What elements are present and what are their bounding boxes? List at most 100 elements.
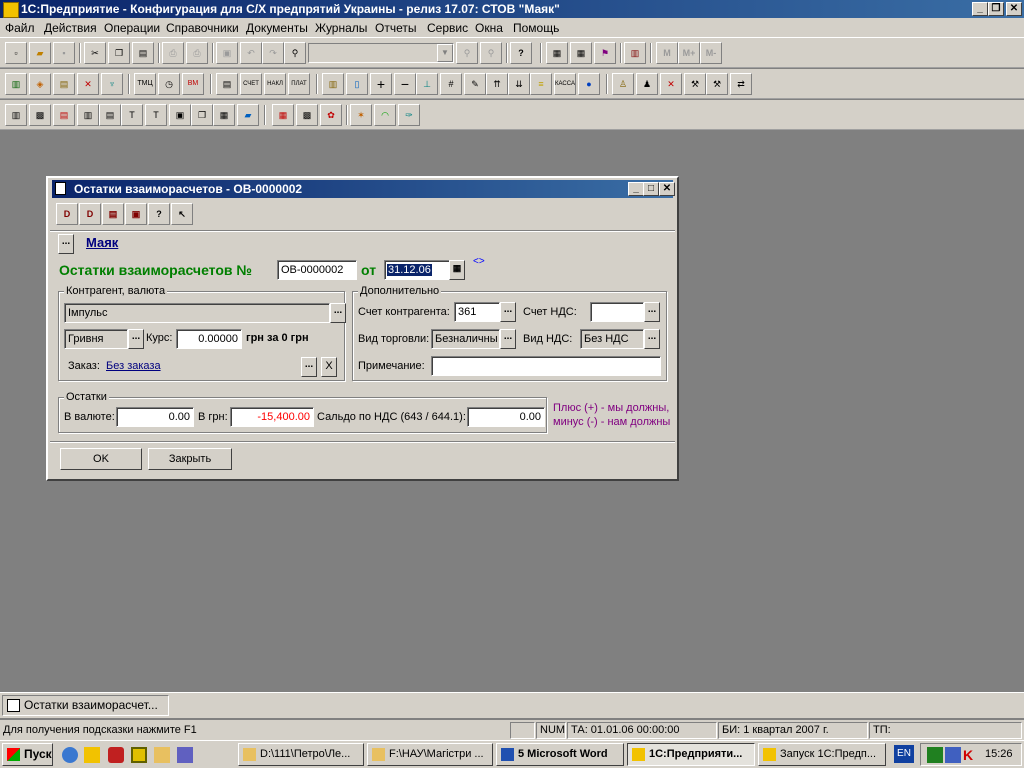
- report-page-icon[interactable]: ▤: [99, 104, 121, 126]
- antivirus-icon[interactable]: K: [963, 747, 979, 763]
- pencil-icon[interactable]: ✎: [464, 73, 486, 95]
- calendar-icon[interactable]: ▦: [449, 260, 465, 280]
- person-icon[interactable]: ♙: [612, 73, 634, 95]
- bm-button[interactable]: BM: [182, 73, 204, 95]
- feather-icon[interactable]: ✑: [398, 104, 420, 126]
- ok-button[interactable]: OK: [60, 448, 142, 470]
- 1c-icon[interactable]: [84, 747, 100, 763]
- order-select-button[interactable]: ...: [301, 357, 317, 377]
- undo-icon[interactable]: ↶: [240, 42, 262, 64]
- menu-windows[interactable]: Окна: [475, 21, 503, 35]
- currency-field[interactable]: Гривня: [64, 329, 128, 349]
- form-icon[interactable]: ▩: [296, 104, 318, 126]
- menu-references[interactable]: Справочники: [166, 21, 239, 35]
- network-icon[interactable]: [927, 747, 943, 763]
- trade-type-select-button[interactable]: ...: [500, 329, 516, 349]
- chart-of-accounts-icon[interactable]: ▥: [5, 73, 27, 95]
- contractor-select-button[interactable]: ...: [330, 303, 346, 323]
- edit-icon[interactable]: ▤: [102, 203, 124, 225]
- table-icon[interactable]: ▥: [5, 104, 27, 126]
- memory-subtract-button[interactable]: M-: [700, 42, 722, 64]
- in-uah-field[interactable]: -15,400.00: [230, 407, 314, 427]
- document-icon[interactable]: ▯: [346, 73, 368, 95]
- journal-icon[interactable]: ▤: [216, 73, 238, 95]
- org-name-link[interactable]: Маяк: [86, 235, 118, 250]
- account-field[interactable]: 361: [454, 302, 500, 322]
- color-flag-icon[interactable]: ⚑: [594, 42, 616, 64]
- restore-button[interactable]: ❐: [988, 2, 1004, 16]
- dialog-close-button[interactable]: ✕: [659, 182, 675, 196]
- arrows-down-icon[interactable]: ⇊: [508, 73, 530, 95]
- date-field[interactable]: 31.12.06: [384, 260, 450, 280]
- tree-icon[interactable]: ♆: [101, 73, 123, 95]
- delete-row-icon[interactable]: D: [56, 203, 78, 225]
- tool-cross-icon[interactable]: ✕: [660, 73, 682, 95]
- task-folder-petro[interactable]: D:\111\Петро\Ле...: [238, 743, 364, 766]
- close-dialog-button[interactable]: Закрыть: [148, 448, 232, 470]
- menu-service[interactable]: Сервис: [427, 21, 468, 35]
- org-select-button[interactable]: ...: [58, 234, 74, 254]
- search-combo[interactable]: ▼: [308, 43, 454, 63]
- contractor-field[interactable]: Імпульс: [64, 303, 330, 323]
- minimize-button[interactable]: _: [972, 2, 988, 16]
- tool-icon[interactable]: ⚒: [684, 73, 706, 95]
- menu-reports[interactable]: Отчеты: [375, 21, 416, 35]
- properties-icon[interactable]: ▣: [216, 42, 238, 64]
- tool-settings-icon[interactable]: ⚒: [706, 73, 728, 95]
- delete-mark-icon[interactable]: ✕: [77, 73, 99, 95]
- invoice-button[interactable]: СЧЕТ: [240, 73, 262, 95]
- task-1c-enterprise[interactable]: 1С:Предприяти...: [627, 743, 755, 766]
- settings-icon[interactable]: [131, 747, 147, 763]
- globe-icon[interactable]: ●: [578, 73, 600, 95]
- calculator-icon[interactable]: ▦: [546, 42, 568, 64]
- menu-operations[interactable]: Операции: [104, 21, 160, 35]
- report-copy-icon[interactable]: ❐: [191, 104, 213, 126]
- vat-balance-field[interactable]: 0.00: [467, 407, 545, 427]
- vat-account-field[interactable]: [590, 302, 644, 322]
- monitor-icon[interactable]: [945, 747, 961, 763]
- calendar-icon[interactable]: ▦: [570, 42, 592, 64]
- memory-add-button[interactable]: M+: [678, 42, 700, 64]
- tmc-button[interactable]: ТМЦ: [134, 73, 156, 95]
- balance-icon[interactable]: ⊥: [416, 73, 438, 95]
- report-chart-icon[interactable]: ▦: [213, 104, 235, 126]
- menu-file[interactable]: Файл: [5, 21, 35, 35]
- copy-icon[interactable]: ❐: [108, 42, 130, 64]
- structure-icon[interactable]: ▣: [125, 203, 147, 225]
- dialog-minimize-button[interactable]: _: [628, 182, 644, 196]
- report-red-icon[interactable]: ▤: [53, 104, 75, 126]
- menu-journals[interactable]: Журналы: [315, 21, 367, 35]
- order-clear-button[interactable]: X: [321, 357, 337, 377]
- vat-type-select-button[interactable]: ...: [644, 329, 660, 349]
- save-icon[interactable]: ▪: [53, 42, 75, 64]
- trade-type-field[interactable]: Безналичны: [431, 329, 500, 349]
- grid-icon[interactable]: #: [440, 73, 462, 95]
- note-field[interactable]: [431, 356, 661, 376]
- cash-button[interactable]: КАССА: [554, 73, 576, 95]
- close-button[interactable]: ✕: [1006, 2, 1022, 16]
- menu-documents[interactable]: Документы: [246, 21, 308, 35]
- minus-icon[interactable]: −: [394, 73, 416, 95]
- tool-arrows-icon[interactable]: ⇄: [730, 73, 752, 95]
- clock-icon[interactable]: ◷: [158, 73, 180, 95]
- coins-icon[interactable]: ≡: [530, 73, 552, 95]
- search-next-icon[interactable]: ⚲: [456, 42, 478, 64]
- folder-icon[interactable]: [154, 747, 170, 763]
- order-link[interactable]: Без заказа: [106, 360, 161, 372]
- ie-icon[interactable]: [62, 747, 78, 763]
- report-export-icon[interactable]: ▰: [237, 104, 259, 126]
- memory-store-button[interactable]: M: [656, 42, 678, 64]
- redo-icon[interactable]: ↷: [262, 42, 284, 64]
- acrobat-icon[interactable]: [108, 747, 124, 763]
- flower-icon[interactable]: ✿: [320, 104, 342, 126]
- people-icon[interactable]: ♟: [636, 73, 658, 95]
- report-columns-icon[interactable]: ▥: [77, 104, 99, 126]
- help-question-icon[interactable]: ?: [148, 203, 170, 225]
- floppy-icon[interactable]: [177, 747, 193, 763]
- book-icon[interactable]: ▥: [624, 42, 646, 64]
- delete-x-icon[interactable]: D: [79, 203, 101, 225]
- books-icon[interactable]: ▥: [322, 73, 344, 95]
- runner-icon[interactable]: ✶: [350, 104, 372, 126]
- waybill-button[interactable]: НАКЛ: [264, 73, 286, 95]
- search-prev-icon[interactable]: ⚲: [480, 42, 502, 64]
